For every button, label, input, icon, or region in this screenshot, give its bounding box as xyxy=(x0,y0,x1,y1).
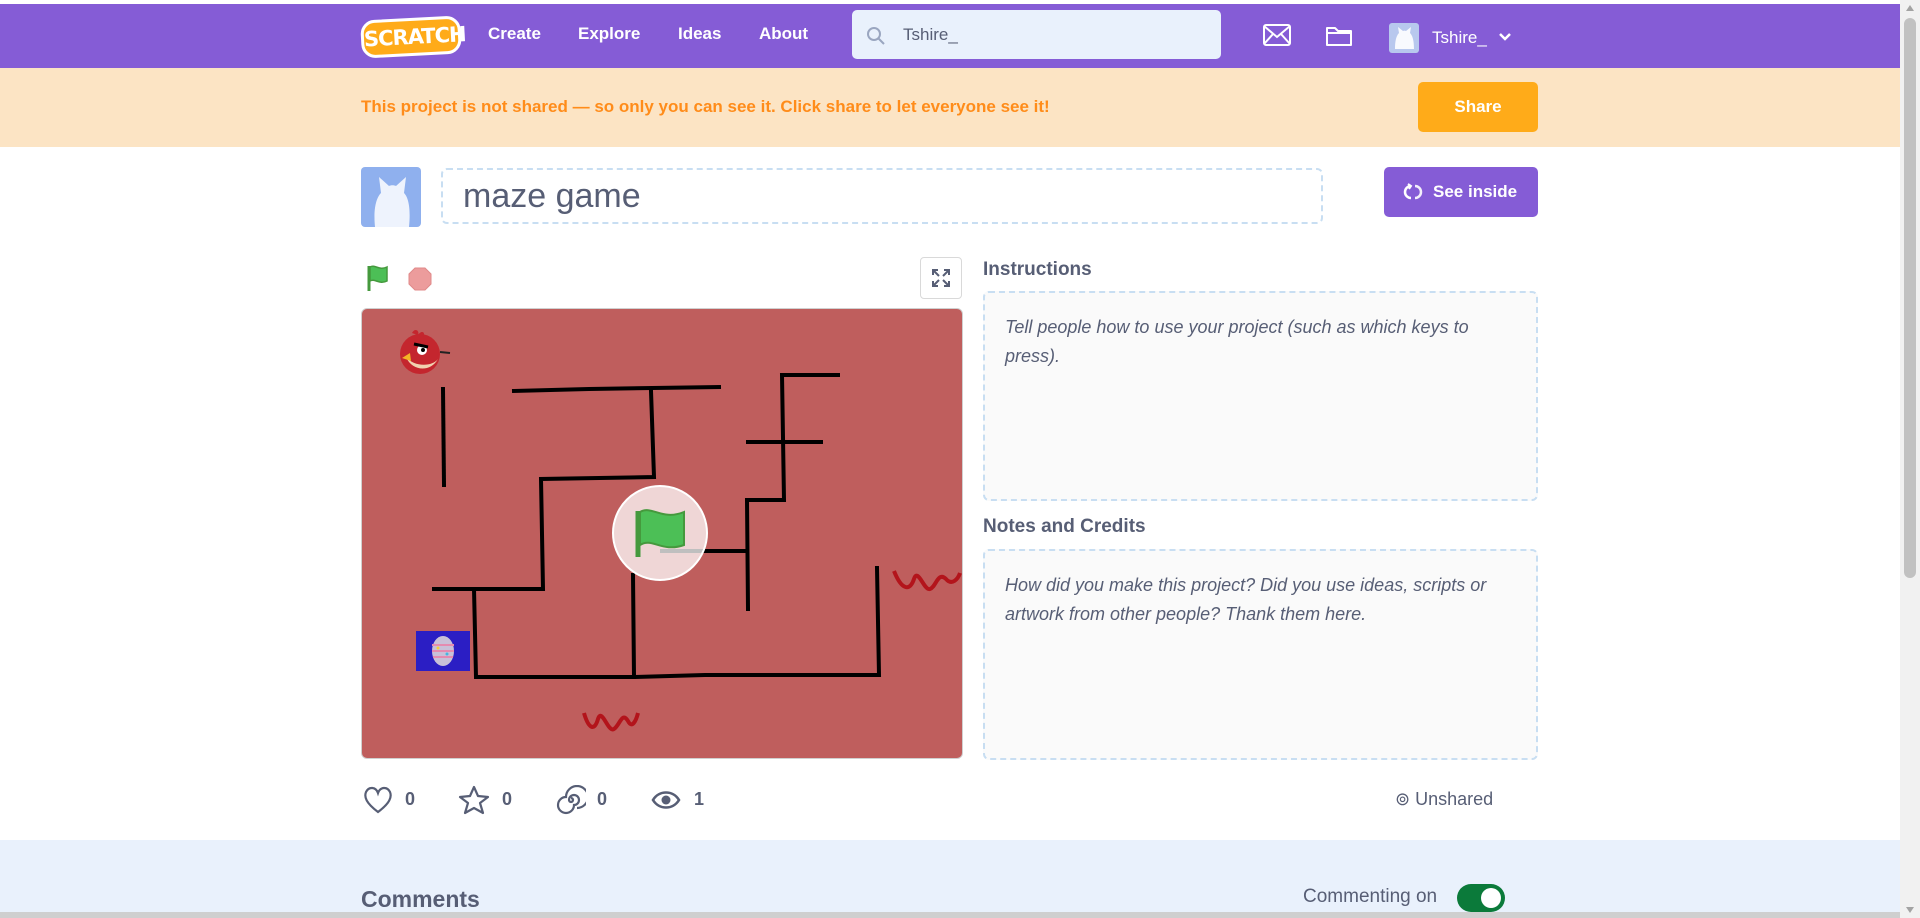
project-stage[interactable] xyxy=(361,308,963,759)
share-button[interactable]: Share xyxy=(1418,82,1538,132)
remixes-count: 0 xyxy=(597,789,608,809)
scrollbar-thumb[interactable] xyxy=(1904,18,1916,578)
scratch-logo[interactable]: SCRATCH xyxy=(360,15,466,59)
nav-about[interactable]: About xyxy=(759,24,808,44)
page-scrollbar[interactable] xyxy=(1900,0,1920,918)
commenting-label: Commenting on xyxy=(1303,886,1438,907)
red-bird-sprite xyxy=(400,329,451,374)
fullscreen-button[interactable] xyxy=(920,257,962,299)
instructions-textarea[interactable]: Tell people how to use your project (suc… xyxy=(983,291,1538,501)
remix-spiral-icon xyxy=(556,785,586,815)
username[interactable]: Tshire_ xyxy=(1432,28,1487,48)
star-icon[interactable] xyxy=(458,785,490,815)
chevron-down-icon[interactable] xyxy=(1498,32,1512,42)
share-status: ⊚ Unshared xyxy=(1395,789,1493,810)
cat-avatar-icon xyxy=(1395,27,1414,49)
scroll-down-icon[interactable] xyxy=(1905,906,1915,914)
views-count: 1 xyxy=(694,789,705,809)
see-inside-button[interactable]: See inside xyxy=(1384,167,1538,217)
share-status-label: Unshared xyxy=(1415,789,1494,809)
loves-count: 0 xyxy=(405,789,416,809)
green-flag-icon[interactable] xyxy=(365,264,391,292)
remix-icon xyxy=(1403,183,1423,200)
green-flag-icon xyxy=(635,509,685,557)
comments-title: Comments xyxy=(361,886,480,912)
bottom-edge xyxy=(0,912,1900,918)
favorites-count: 0 xyxy=(502,789,513,809)
comments-section: Comments Commenting on xyxy=(0,840,1900,918)
easter-egg-icon xyxy=(432,636,454,666)
heart-icon[interactable] xyxy=(362,785,394,815)
fullscreen-icon xyxy=(932,269,950,287)
notes-label: Notes and Credits xyxy=(983,516,1146,537)
project-title-input[interactable]: maze game xyxy=(441,168,1323,224)
cat-avatar-icon xyxy=(374,177,410,227)
egg-goal-sprite xyxy=(416,631,470,671)
instructions-label: Instructions xyxy=(983,259,1092,280)
search-icon xyxy=(867,27,885,45)
commenting-toggle[interactable] xyxy=(1457,884,1505,912)
navbar: SCRATCH Create Explore Ideas About Tshir… xyxy=(0,4,1920,68)
search-input[interactable]: Tshire_ xyxy=(852,10,1221,59)
nav-explore[interactable]: Explore xyxy=(578,24,640,44)
eye-icon xyxy=(651,791,681,809)
banner-message: This project is not shared — so only you… xyxy=(361,97,1050,116)
toggle-knob xyxy=(1481,888,1501,908)
see-inside-label: See inside xyxy=(1433,182,1518,201)
unshared-icon: ⊚ xyxy=(1395,789,1416,809)
my-stuff-icon[interactable] xyxy=(1325,23,1353,47)
notes-credits-textarea[interactable]: How did you make this project? Did you u… xyxy=(983,549,1538,760)
messages-icon[interactable] xyxy=(1262,23,1292,47)
not-shared-banner: This project is not shared — so only you… xyxy=(0,68,1900,147)
user-avatar[interactable] xyxy=(1389,23,1419,53)
project-avatar xyxy=(361,167,421,227)
snake-sprite-bottom xyxy=(582,712,640,732)
search-value: Tshire_ xyxy=(903,25,958,44)
nav-ideas[interactable]: Ideas xyxy=(678,24,721,44)
green-flag-overlay-button[interactable] xyxy=(612,485,708,581)
stop-icon[interactable] xyxy=(408,267,432,291)
scroll-up-icon[interactable] xyxy=(1905,4,1915,12)
nav-create[interactable]: Create xyxy=(488,24,541,44)
snake-sprite-right xyxy=(892,570,962,591)
